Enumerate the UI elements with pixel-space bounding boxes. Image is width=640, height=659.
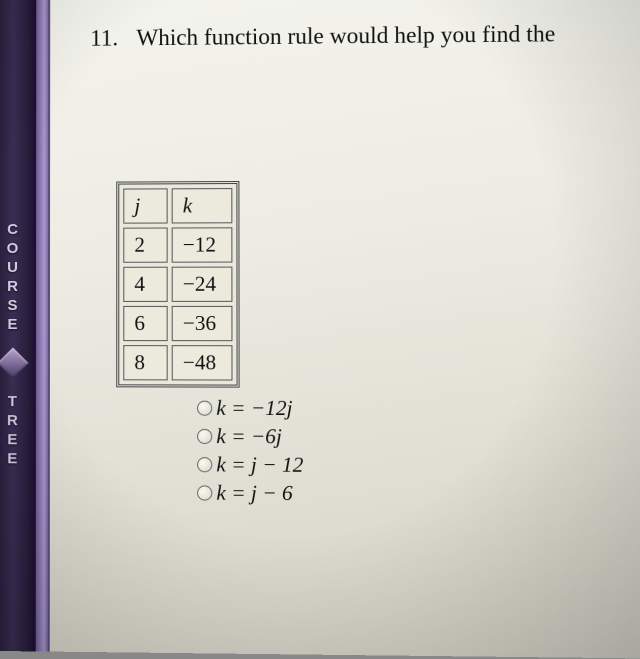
radio-icon[interactable] — [197, 428, 212, 443]
cell-k: −24 — [172, 267, 233, 302]
function-table: j k 2 −12 4 −24 6 −36 8 −48 — [116, 181, 239, 388]
cell-k: −48 — [172, 345, 233, 380]
table-row: 2 −12 — [123, 227, 232, 262]
window-edge — [36, 0, 51, 652]
radio-icon[interactable] — [197, 485, 212, 500]
radio-icon[interactable] — [197, 400, 212, 415]
question-text: Which function rule would help you find … — [136, 21, 555, 51]
screen-photo: COURSE TREE 11. Which function rule woul… — [0, 0, 640, 659]
worksheet-page: 11. Which function rule would help you f… — [50, 0, 640, 659]
cell-j: 4 — [123, 267, 167, 302]
table-row: 4 −24 — [123, 267, 232, 302]
choice-d[interactable]: k = j − 6 — [197, 478, 640, 509]
cell-k: −36 — [172, 306, 233, 341]
answer-choices: k = −12j k = −6j k = j − 12 k = j − 6 — [197, 394, 640, 510]
choice-d-label: k = j − 6 — [216, 478, 292, 507]
rail-divider-icon — [0, 347, 28, 378]
cell-j: 6 — [123, 306, 167, 341]
course-tree-rail: COURSE TREE — [0, 0, 36, 651]
cell-j: 2 — [123, 228, 167, 263]
radio-icon[interactable] — [197, 457, 212, 472]
cell-j: 8 — [123, 345, 167, 380]
question-line: 11. Which function rule would help you f… — [90, 20, 640, 52]
table-row: 8 −48 — [123, 345, 232, 380]
col-header-j: j — [123, 188, 167, 223]
table-row: 6 −36 — [123, 306, 232, 341]
rail-word-course: COURSE — [7, 220, 20, 334]
rail-word-tree: TREE — [7, 392, 19, 468]
choice-a[interactable]: k = −12j — [197, 394, 640, 424]
question-number: 11. — [90, 25, 122, 51]
choice-c[interactable]: k = j − 12 — [197, 450, 640, 481]
choice-b[interactable]: k = −6j — [197, 422, 640, 452]
table-header-row: j k — [123, 188, 232, 224]
choice-a-label: k = −12j — [216, 394, 292, 423]
choice-c-label: k = j − 12 — [216, 450, 303, 479]
cell-k: −12 — [172, 227, 233, 262]
col-header-k: k — [172, 188, 233, 223]
choice-b-label: k = −6j — [216, 422, 282, 451]
